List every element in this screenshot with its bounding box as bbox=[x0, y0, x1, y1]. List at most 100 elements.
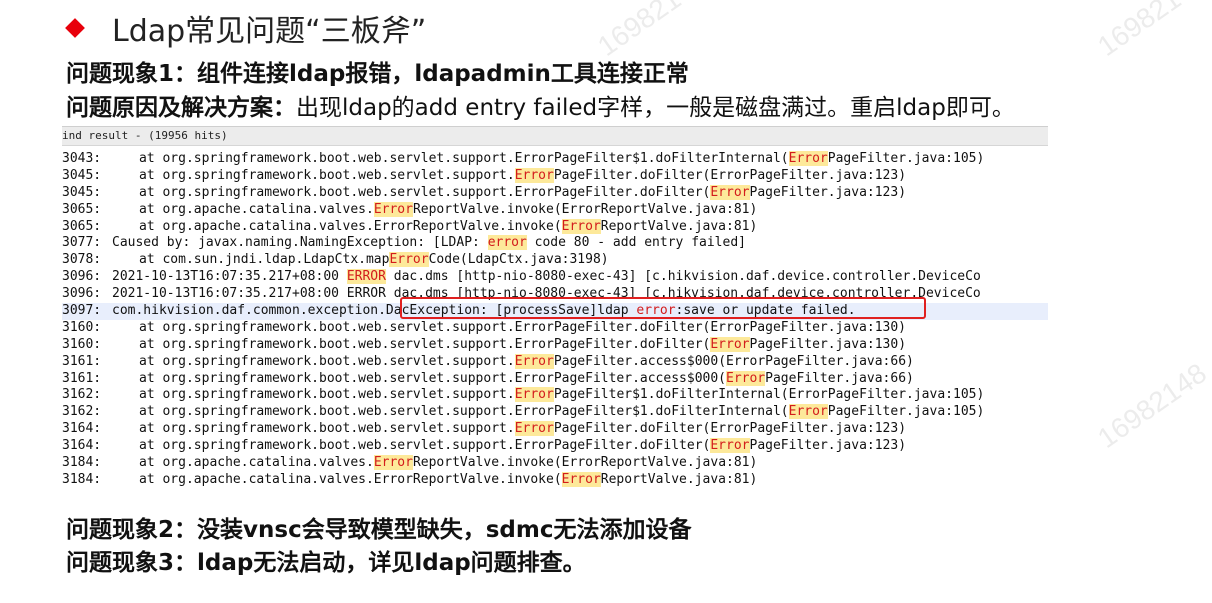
log-row: 3184: at org.apache.catalina.valves.Error… bbox=[62, 471, 1048, 489]
log-text: at org.apache.catalina.valves.ErrorRepor… bbox=[139, 471, 562, 487]
log-line-number: 3097: bbox=[62, 303, 102, 319]
log-line-number: 3161: bbox=[62, 353, 102, 369]
log-row: 3160: at org.springframework.boot.web.ser… bbox=[62, 320, 1048, 337]
issue-2-line: 问题现象2：没装vnsc会导致模型缺失，sdmc无法添加设备 bbox=[66, 510, 691, 544]
log-search-hit: Error bbox=[373, 201, 413, 217]
log-text: at org.apache.catalina.valves. bbox=[139, 201, 374, 217]
log-text: ReportValve.java:81) bbox=[600, 218, 758, 234]
log-line-number: 3078: bbox=[62, 252, 102, 268]
log-text: at org.springframework.boot.web.servlet.… bbox=[139, 353, 515, 369]
log-text: 2021-10-13T16:07:35.217+08:00 bbox=[112, 269, 347, 285]
log-text: ReportValve.invoke(ErrorReportValve.java… bbox=[412, 455, 758, 471]
highlight-box bbox=[400, 297, 926, 319]
log-row: 3184: at org.apache.catalina.valves.Error… bbox=[62, 455, 1048, 472]
log-line-number: 3164: bbox=[62, 421, 102, 437]
log-text: at org.springframework.boot.web.servlet.… bbox=[139, 167, 515, 183]
log-row: 3045: at org.springframework.boot.web.ser… bbox=[62, 184, 1048, 202]
watermark: 16982148 bbox=[1092, 357, 1212, 455]
log-search-hit: Error bbox=[710, 184, 750, 200]
log-search-hit: Error bbox=[710, 438, 750, 454]
log-text: PageFilter.doFilter(ErrorPageFilter.java… bbox=[553, 421, 907, 437]
log-line-number: 3045: bbox=[62, 167, 102, 183]
log-search-hit: Error bbox=[726, 370, 766, 386]
log-text: at org.springframework.boot.web.servlet.… bbox=[139, 336, 711, 352]
log-row: 3077: Caused by: javax.naming.NamingExcep… bbox=[62, 235, 1048, 252]
log-line-number: 3096: bbox=[62, 286, 102, 302]
log-text: Code(LdapCtx.java:3198) bbox=[428, 252, 609, 268]
log-row: 3164: at org.springframework.boot.web.ser… bbox=[62, 438, 1048, 455]
slide-title-row: Ldap常见问题“三板斧” bbox=[62, 6, 426, 50]
log-row: 3162: at org.springframework.boot.web.ser… bbox=[62, 387, 1048, 404]
issue-1-cause-line: 问题原因及解决方案：出现ldap的add entry failed字样，一般是磁… bbox=[66, 88, 1015, 122]
log-line-number: 3162: bbox=[62, 404, 102, 420]
log-text: at org.apache.catalina.valves.ErrorRepor… bbox=[139, 218, 562, 234]
issue-3-text: ldap无法启动，详见ldap问题排查。 bbox=[197, 550, 586, 576]
log-line-number: 3162: bbox=[62, 387, 102, 403]
log-search-hit: Error bbox=[514, 387, 554, 403]
slide-title: Ldap常见问题“三板斧” bbox=[112, 14, 427, 49]
log-row: 3162: at org.springframework.boot.web.ser… bbox=[62, 404, 1048, 421]
log-row: 3096: 2021-10-13T16:07:35.217+08:00 ERROR… bbox=[62, 269, 1048, 286]
log-line-number: 3065: bbox=[62, 218, 102, 234]
log-search-hit: Error bbox=[389, 252, 429, 268]
log-line-number: 3184: bbox=[62, 471, 102, 487]
issue-3-line: 问题现象3：ldap无法启动，详见ldap问题排查。 bbox=[66, 543, 586, 577]
log-search-hit: Error bbox=[514, 167, 554, 183]
issue-1-line: 问题现象1：组件连接ldap报错，ldapadmin工具连接正常 bbox=[66, 54, 689, 88]
log-row: 3065: at org.apache.catalina.valves.Error… bbox=[62, 218, 1048, 236]
log-search-hit: Error bbox=[514, 353, 554, 369]
log-text: Caused by: javax.naming.NamingException:… bbox=[112, 235, 488, 251]
log-text: at org.springframework.boot.web.servlet.… bbox=[139, 387, 515, 403]
log-search-hit: Error bbox=[788, 151, 828, 166]
log-line-number: 3045: bbox=[62, 184, 102, 200]
log-line-number: 3065: bbox=[62, 201, 102, 217]
watermark: 16982148 bbox=[1092, 0, 1212, 63]
log-search-hit: Error bbox=[561, 218, 601, 234]
log-row: 3043: at org.springframework.boot.web.ser… bbox=[62, 151, 1048, 168]
log-text: at org.springframework.boot.web.servlet.… bbox=[139, 370, 726, 386]
log-search-hit: Error bbox=[788, 404, 828, 420]
log-row: 3161: at org.springframework.boot.web.ser… bbox=[62, 370, 1048, 388]
log-line-number: 3160: bbox=[62, 336, 102, 352]
log-text: at org.springframework.boot.web.servlet.… bbox=[139, 319, 907, 335]
issue-1-text: 组件连接ldap报错，ldapadmin工具连接正常 bbox=[197, 61, 689, 87]
log-row: 3045: at org.springframework.boot.web.ser… bbox=[62, 167, 1048, 185]
log-text: at org.springframework.boot.web.servlet.… bbox=[139, 421, 515, 437]
log-text: code 80 - add entry failed] bbox=[526, 235, 746, 251]
log-line-number: 3164: bbox=[62, 438, 102, 454]
issue-1-cause-text: 出现ldap的add entry failed字样，一般是磁盘满过。重启ldap… bbox=[296, 95, 1015, 121]
log-search-hit: ERROR bbox=[346, 269, 386, 285]
log-text: at org.springframework.boot.web.servlet.… bbox=[139, 404, 789, 420]
issue-2-text: 没装vnsc会导致模型缺失，sdmc无法添加设备 bbox=[197, 517, 692, 543]
log-text: PageFilter.java:130) bbox=[749, 336, 907, 352]
log-row: 3164: at org.springframework.boot.web.ser… bbox=[62, 421, 1048, 438]
log-line-number: 3161: bbox=[62, 370, 102, 386]
log-text: at com.sun.jndi.ldap.LdapCtx.map bbox=[139, 252, 390, 268]
issue-1-label: 问题现象1： bbox=[66, 61, 198, 87]
issue-3-label: 问题现象3： bbox=[66, 550, 198, 576]
log-text: PageFilter.java:105) bbox=[827, 404, 985, 420]
log-text: at org.springframework.boot.web.servlet.… bbox=[139, 438, 711, 454]
log-row: 3078: at com.sun.jndi.ldap.LdapCtx.mapErr… bbox=[62, 252, 1048, 269]
log-text: PageFilter.java:66) bbox=[765, 370, 914, 386]
log-row: 3160: at org.springframework.boot.web.ser… bbox=[62, 336, 1048, 354]
log-line-number: 3043: bbox=[62, 151, 102, 166]
log-search-hit: Error bbox=[561, 471, 601, 487]
log-text: PageFilter$1.doFilterInternal(ErrorPageF… bbox=[553, 387, 985, 403]
log-text: PageFilter.access$000(ErrorPageFilter.ja… bbox=[553, 353, 914, 369]
log-line-number: 3096: bbox=[62, 269, 102, 285]
log-text: at org.apache.catalina.valves. bbox=[139, 455, 374, 471]
log-line-number: 3160: bbox=[62, 319, 102, 335]
log-text: at org.springframework.boot.web.servlet.… bbox=[139, 184, 711, 200]
log-text: PageFilter.doFilter(ErrorPageFilter.java… bbox=[553, 167, 907, 183]
log-text: at org.springframework.boot.web.servlet.… bbox=[139, 151, 789, 166]
log-text: PageFilter.java:123) bbox=[749, 184, 907, 200]
log-search-hit: Error bbox=[514, 421, 554, 437]
log-row: 3161: at org.springframework.boot.web.ser… bbox=[62, 353, 1048, 371]
log-search-hit: Error bbox=[710, 336, 750, 352]
log-line-number: 3077: bbox=[62, 235, 102, 251]
log-text: ReportValve.java:81) bbox=[600, 471, 758, 487]
log-text: ReportValve.invoke(ErrorReportValve.java… bbox=[412, 201, 758, 217]
log-search-hit: error bbox=[487, 235, 527, 251]
log-line-number: 3184: bbox=[62, 455, 102, 471]
